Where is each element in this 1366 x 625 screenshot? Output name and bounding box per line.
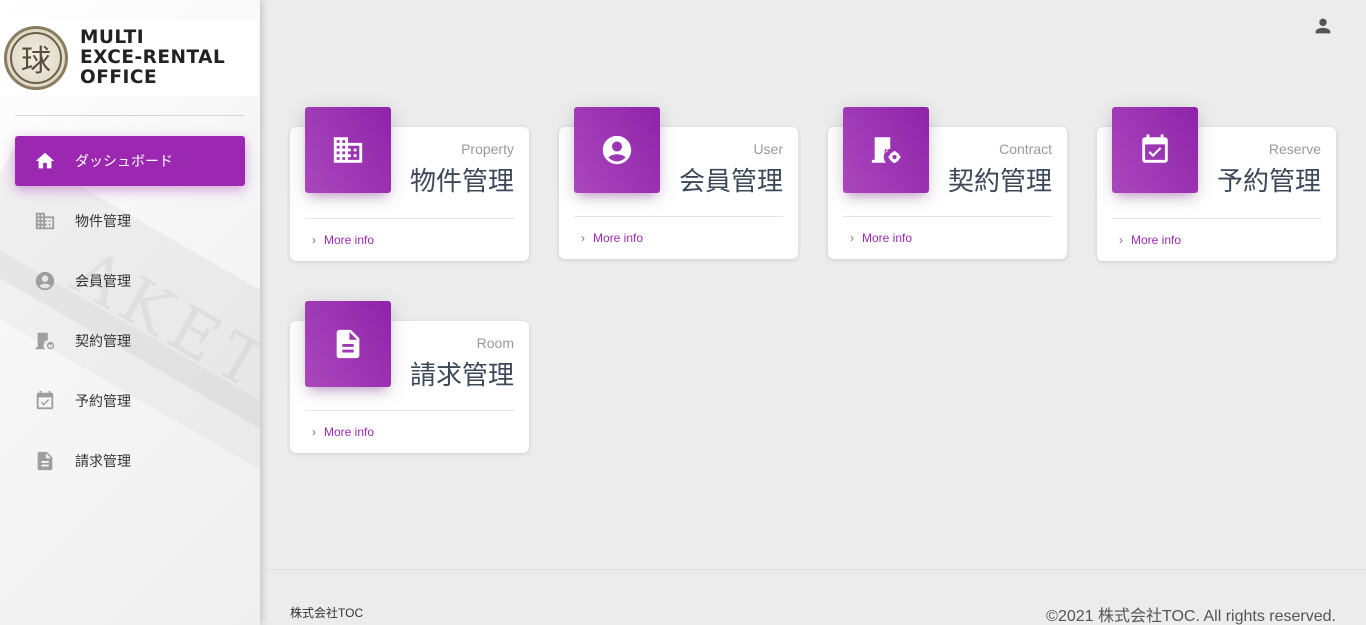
brand-logo[interactable]: 球 MULTI EXCE-RENTAL OFFICE	[0, 20, 258, 96]
more-info-label: More info	[1131, 233, 1182, 247]
event-available-icon	[33, 389, 57, 413]
card-divider	[843, 216, 1052, 217]
account-circle-icon	[574, 107, 660, 193]
sidebar-divider	[15, 115, 244, 116]
logo-emblem-glyph: 球	[21, 44, 51, 79]
brand-name: MULTI EXCE-RENTAL OFFICE	[80, 28, 225, 88]
sidebar-item-members[interactable]: 会員管理	[15, 256, 245, 306]
card-property: Property 物件管理 › More info	[290, 107, 529, 261]
card-contract: Contract 契約管理 › More info	[828, 107, 1067, 259]
brand-line-1: MULTI	[80, 27, 145, 48]
more-info-link[interactable]: › More info	[581, 231, 643, 245]
chevron-right-icon: ›	[850, 231, 854, 245]
sidebar-nav: ダッシュボード 物件管理 会員管理 契約管理 予約管理 請求管理	[15, 136, 245, 496]
sidebar: AKETO 球 MULTI EXCE-RENTAL OFFICE ダッシュボード…	[0, 0, 260, 625]
card-category: Reserve	[1268, 141, 1321, 157]
description-icon	[33, 449, 57, 473]
person-icon[interactable]	[1312, 15, 1334, 37]
card-divider	[305, 410, 514, 411]
building-icon	[305, 107, 391, 193]
sidebar-item-contracts[interactable]: 契約管理	[15, 316, 245, 366]
more-info-label: More info	[862, 231, 913, 245]
card-category: Property	[461, 141, 514, 157]
card-title: 契約管理	[947, 166, 1052, 196]
card-category: Contract	[999, 141, 1052, 157]
card-divider	[1112, 218, 1321, 219]
more-info-link[interactable]: › More info	[1119, 233, 1181, 247]
chevron-right-icon: ›	[312, 425, 316, 439]
more-info-link[interactable]: › More info	[850, 231, 912, 245]
chevron-right-icon: ›	[1119, 233, 1123, 247]
logo-emblem-icon: 球	[4, 26, 68, 90]
footer-copyright: ©2021 株式会社TOC. All rights reserved.	[1046, 608, 1336, 625]
sidebar-item-label: 請求管理	[75, 453, 131, 469]
card-reserve: Reserve 予約管理 › More info	[1097, 107, 1336, 261]
card-title: 予約管理	[1216, 166, 1321, 196]
building-icon	[33, 209, 57, 233]
more-info-link[interactable]: › More info	[312, 425, 374, 439]
card-title: 請求管理	[409, 360, 514, 390]
sidebar-item-reservations[interactable]: 予約管理	[15, 376, 245, 426]
door-gear-icon	[33, 329, 57, 353]
footer-company-link[interactable]: 株式会社TOC	[290, 604, 363, 621]
sidebar-item-label: 物件管理	[75, 213, 131, 229]
more-info-label: More info	[324, 233, 375, 247]
card-category: Room	[476, 335, 514, 351]
description-icon	[305, 301, 391, 387]
card-room: Room 請求管理 › More info	[290, 301, 529, 453]
more-info-label: More info	[593, 231, 644, 245]
chevron-right-icon: ›	[581, 231, 585, 245]
sidebar-item-dashboard[interactable]: ダッシュボード	[15, 136, 245, 186]
door-gear-icon	[843, 107, 929, 193]
card-user: User 会員管理 › More info	[559, 107, 798, 259]
event-available-icon	[1112, 107, 1198, 193]
card-title: 会員管理	[678, 166, 783, 196]
card-divider	[305, 218, 514, 219]
account-circle-icon	[33, 269, 57, 293]
card-category: User	[753, 141, 783, 157]
chevron-right-icon: ›	[312, 233, 316, 247]
card-divider	[574, 216, 783, 217]
sidebar-item-billing[interactable]: 請求管理	[15, 436, 245, 486]
home-icon	[33, 149, 57, 173]
card-title: 物件管理	[409, 166, 514, 196]
sidebar-item-label: 予約管理	[75, 393, 131, 409]
footer-divider	[260, 569, 1366, 570]
brand-line-2: EXCE-RENTAL	[80, 47, 226, 68]
sidebar-item-label: 会員管理	[75, 273, 131, 289]
sidebar-item-property[interactable]: 物件管理	[15, 196, 245, 246]
more-info-link[interactable]: › More info	[312, 233, 374, 247]
sidebar-item-label: 契約管理	[75, 333, 131, 349]
more-info-label: More info	[324, 425, 375, 439]
brand-line-3: OFFICE	[80, 67, 158, 88]
sidebar-item-label: ダッシュボード	[75, 153, 173, 169]
